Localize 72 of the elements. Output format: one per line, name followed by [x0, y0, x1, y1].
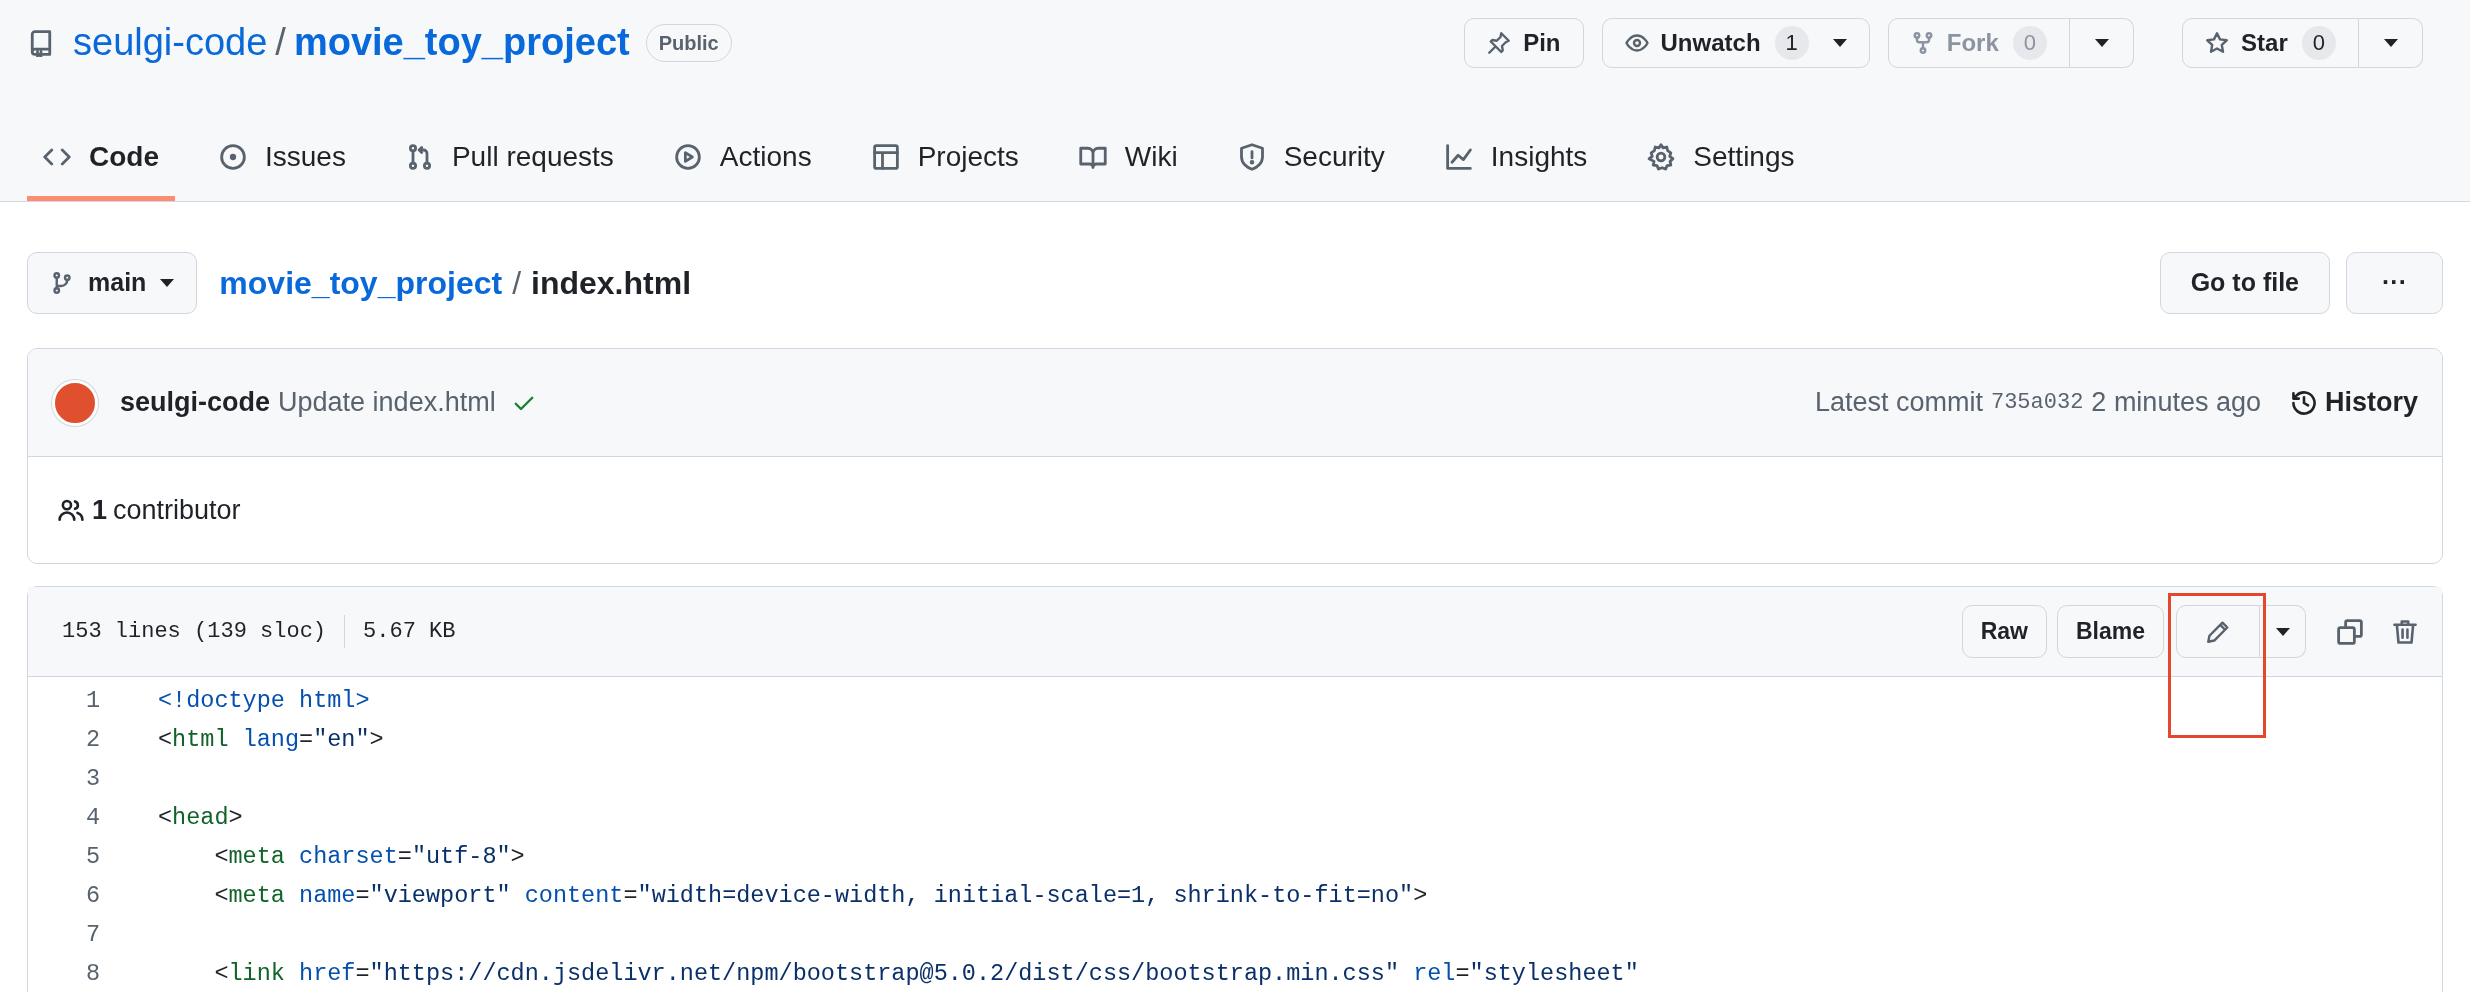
code-line: <meta charset="utf-8">: [213, 841, 525, 872]
trash-icon: [2392, 618, 2418, 645]
contributor-count: 1: [92, 493, 108, 527]
line-number: 3: [84, 763, 101, 794]
caret-icon: [2094, 38, 2109, 47]
more-options-button[interactable]: ···: [2346, 252, 2443, 314]
caret-icon: [2383, 38, 2398, 47]
play-icon: [673, 142, 702, 171]
pin-button[interactable]: Pin: [1464, 17, 1584, 68]
caret-icon: [160, 279, 175, 287]
line-number: 2: [84, 724, 101, 755]
history-icon: [2290, 389, 2317, 416]
tab[interactable]: Wiki: [1062, 117, 1194, 201]
avatar: [52, 379, 98, 426]
code-line: <html lang="en">: [157, 724, 384, 755]
code-line: <meta name="viewport" content="width=device-width, initial-scale=1, shrink-to-fit=no">: [213, 880, 1428, 911]
star-button[interactable]: Star 0: [2182, 17, 2359, 68]
tab[interactable]: Settings: [1631, 117, 1811, 201]
raw-button[interactable]: Raw: [1961, 605, 2047, 658]
edit-button[interactable]: [2176, 605, 2260, 658]
code-line: <!doctype html>: [157, 685, 370, 716]
table-icon: [871, 142, 900, 171]
dropdown-button[interactable]: [2260, 605, 2306, 658]
tab[interactable]: Security: [1221, 117, 1401, 201]
code-line: <head>: [157, 802, 243, 833]
tab[interactable]: Insights: [1428, 117, 1604, 201]
counter: 0: [2012, 25, 2048, 60]
issue-circle-icon: [219, 142, 247, 171]
branch-button[interactable]: main: [27, 252, 198, 314]
tab[interactable]: Actions: [657, 117, 828, 201]
line-number: 4: [84, 802, 101, 833]
line-number: 5: [84, 841, 101, 872]
commit-message-link[interactable]: Update index.html: [278, 382, 496, 423]
line-number: 1: [84, 685, 101, 716]
pin-icon: [1487, 30, 1512, 55]
watch-button[interactable]: Unwatch 1: [1601, 17, 1870, 68]
breadcrumb-link[interactable]: movie_toy_project: [219, 259, 503, 307]
caret-icon: [1832, 38, 1847, 47]
commit-sha-link[interactable]: 735a032: [1990, 386, 2084, 419]
repo-owner-link[interactable]: seulgi-code: [73, 14, 268, 72]
blame-button[interactable]: Blame: [2056, 605, 2164, 658]
pencil-icon: [2206, 619, 2230, 644]
tab[interactable]: Pull requests: [389, 117, 630, 201]
go-to-file-button[interactable]: Go to file: [2159, 252, 2330, 314]
tab[interactable]: Issues: [203, 117, 362, 201]
commit-time: 2 minutes ago: [2091, 386, 2261, 420]
path-separator: /: [275, 20, 286, 66]
file-name: index.html: [531, 264, 692, 303]
shield-icon: [1237, 142, 1266, 171]
branch-icon: [50, 271, 74, 295]
contributors-link[interactable]: contributor: [113, 489, 241, 531]
caret-icon: [2275, 627, 2290, 636]
copy-icon: [2336, 617, 2364, 646]
tab[interactable]: Projects: [855, 117, 1035, 201]
line-number: 8: [84, 958, 101, 989]
line-count: 153 lines (139 sloc): [62, 615, 346, 648]
line-number: 7: [84, 919, 101, 950]
code-line: <link href="https://cdn.jsdelivr.net/npm/bootstrap@5.0.2/dist/css/bootstrap.min.css" rel="stylesheet": [213, 958, 1639, 989]
file-size: 5.67 KB: [362, 618, 456, 646]
line-number: 6: [84, 880, 101, 911]
star-icon: [2205, 30, 2230, 55]
history-link[interactable]: History: [2290, 382, 2418, 423]
path-separator: /: [512, 264, 521, 303]
people-icon: [58, 497, 84, 523]
tab[interactable]: Code: [27, 117, 175, 201]
graph-icon: [1444, 142, 1473, 171]
counter: 0: [2301, 25, 2336, 60]
commit-author-link[interactable]: seulgi-code: [120, 382, 271, 423]
repo-name-link[interactable]: movie_toy_project: [293, 14, 630, 72]
counter: 1: [1774, 25, 1809, 60]
commit-label: Latest commit: [1814, 386, 1983, 420]
settings-icon: [1647, 142, 1676, 171]
